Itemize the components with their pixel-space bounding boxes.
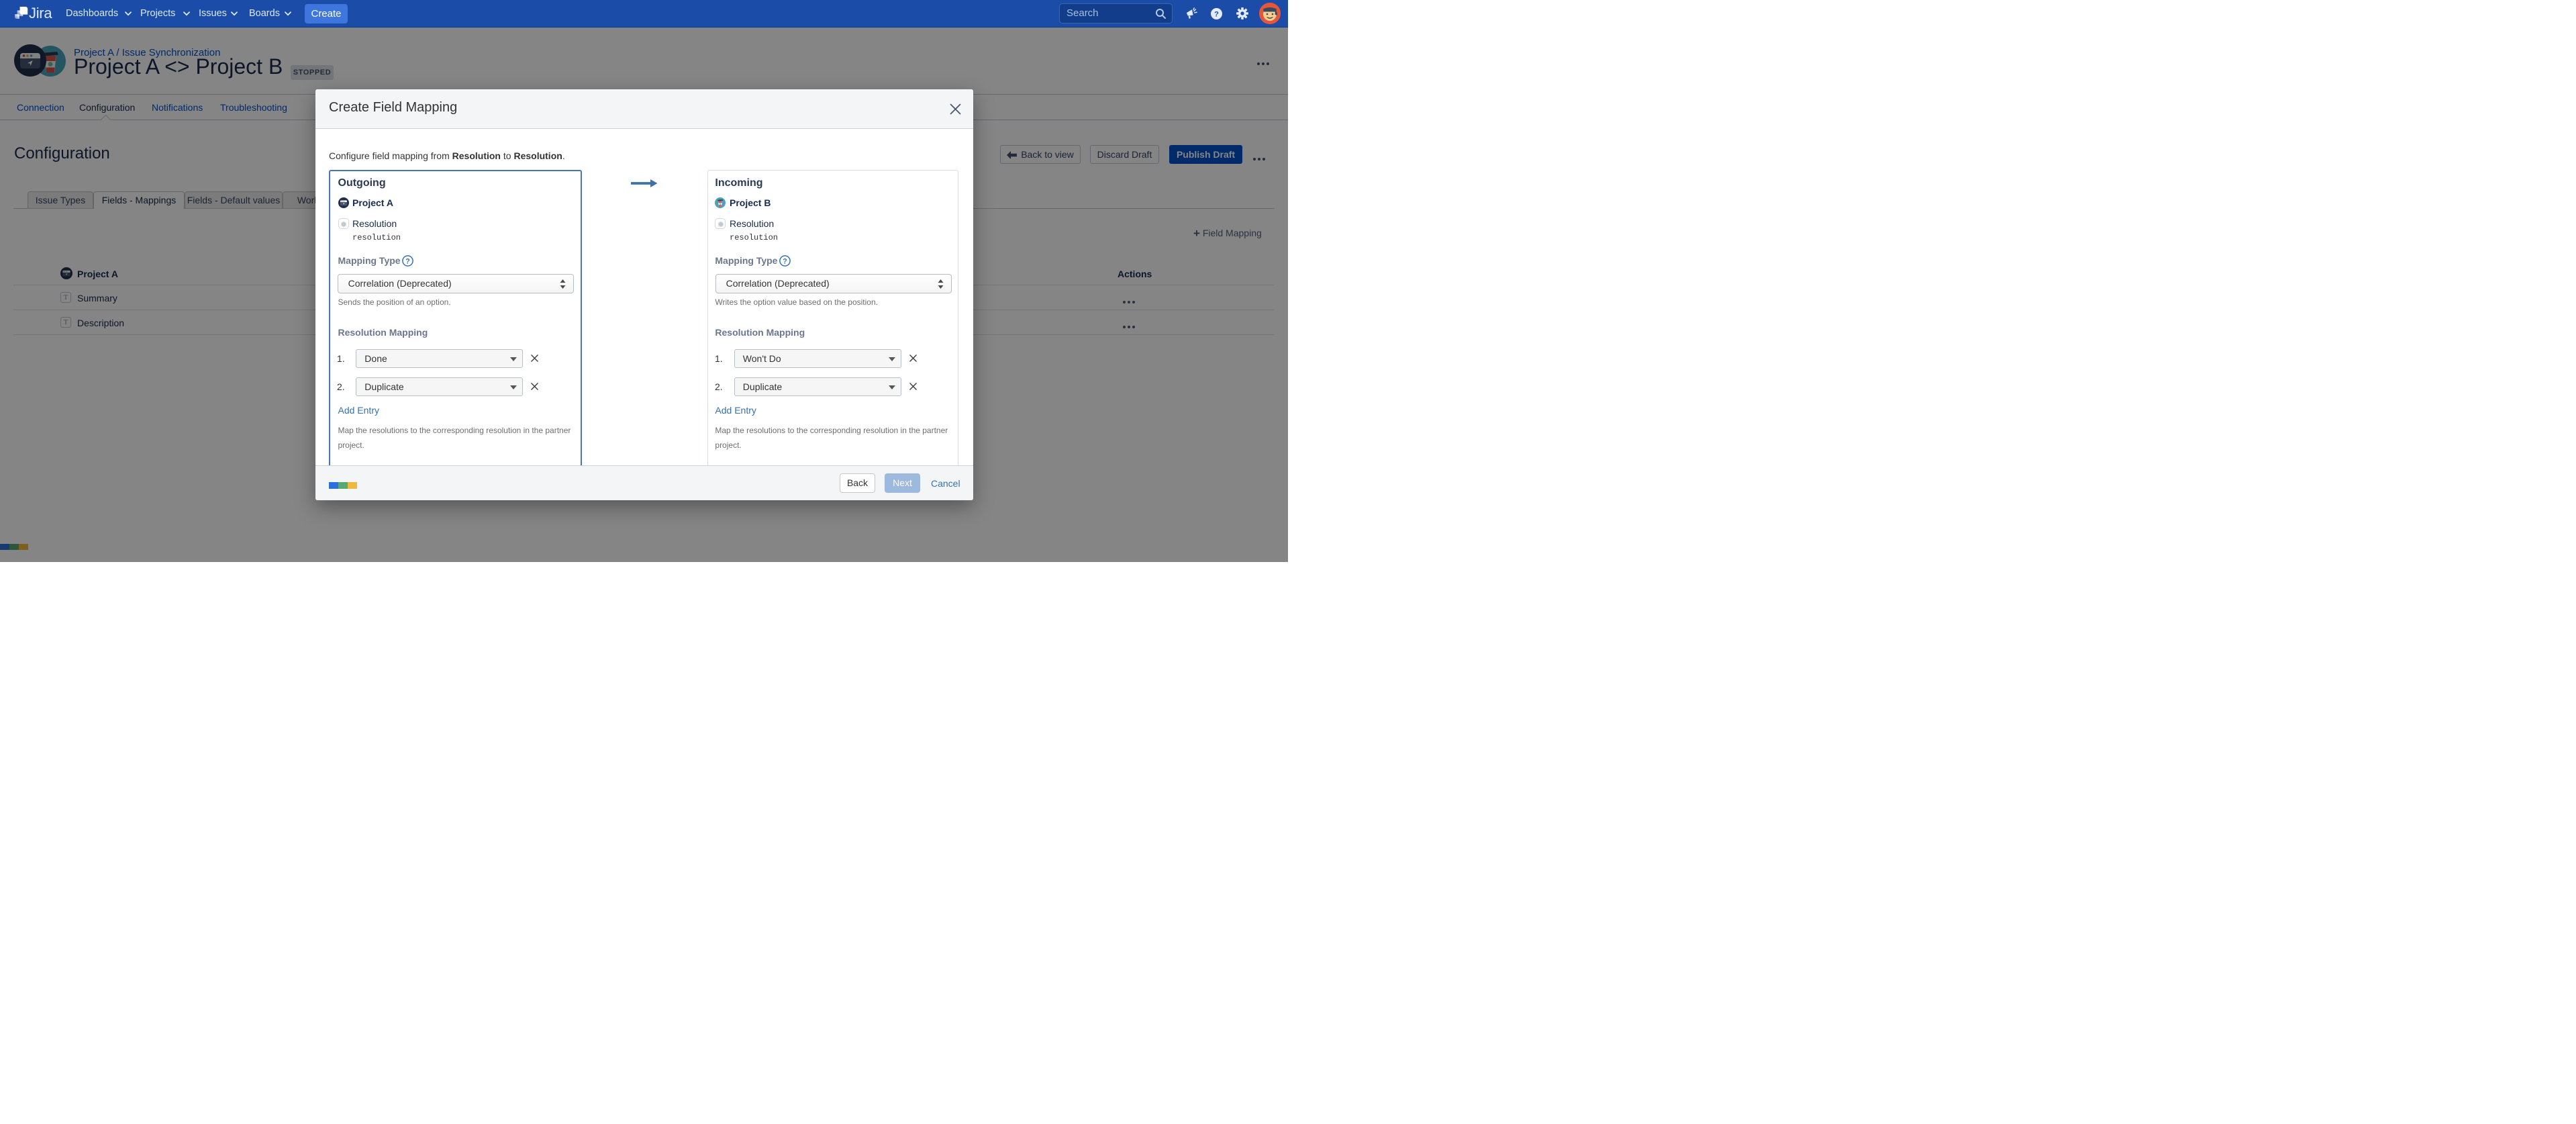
svg-text:?: ? [405, 257, 410, 265]
svg-text:?: ? [783, 257, 787, 265]
svg-text:?: ? [1214, 10, 1219, 18]
